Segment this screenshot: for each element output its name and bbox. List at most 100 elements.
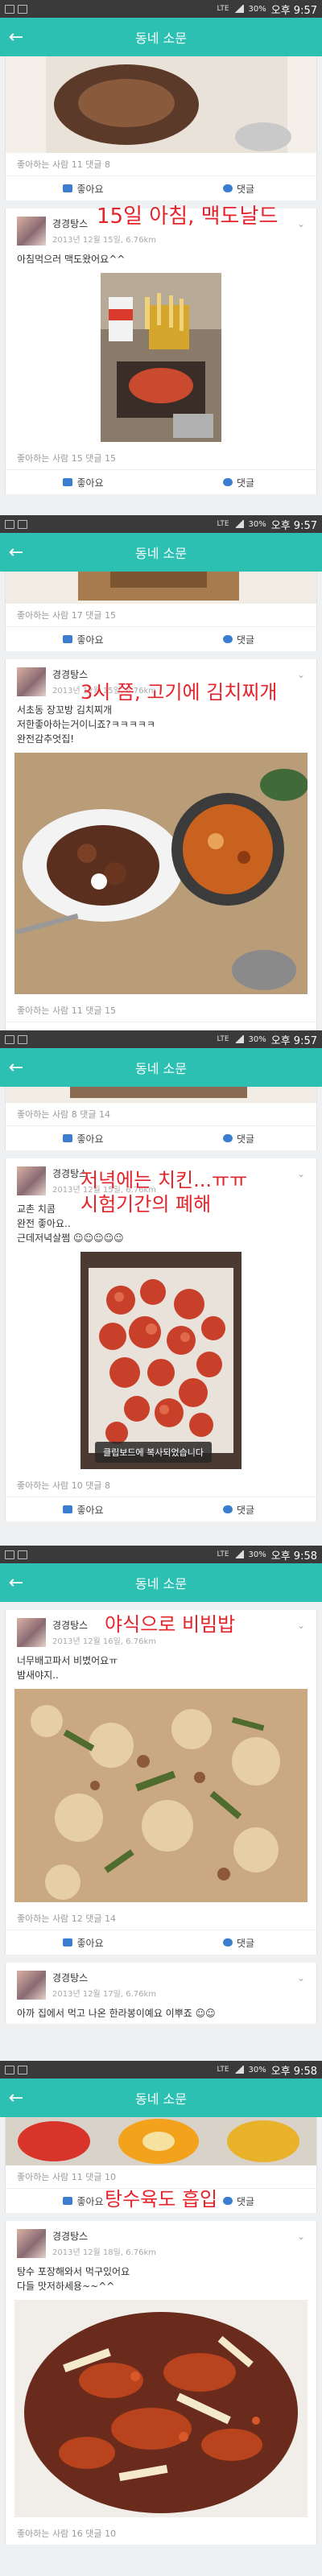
signal-icon <box>233 5 244 13</box>
post-actions: 좋아요 댓글 <box>6 1496 316 1521</box>
post-stats: 좋아하는 사람 10 댓글 8 <box>17 1480 110 1491</box>
chevron-down-icon[interactable]: ⌄ <box>297 1972 305 1984</box>
clipboard-toast: 클립보드에 복사되었습니다 <box>95 1442 212 1463</box>
arrow-left-icon[interactable]: ← <box>0 27 32 47</box>
page-title: 동네 소문 <box>135 1061 187 1076</box>
bibimbap-photo <box>14 1689 308 1902</box>
status-bar: LTE 30% 오후 9:57 <box>0 515 322 533</box>
post-meta: 2013년 12월 15일, 6.76km <box>52 236 157 245</box>
speech-bubble-icon <box>222 184 233 192</box>
chevron-down-icon[interactable]: ⌄ <box>297 669 305 680</box>
post-photo[interactable] <box>14 753 308 994</box>
post-card: 좋아하는 사람 8 댓글 14 좋아요 댓글 <box>5 1087 317 1150</box>
network-label: LTE <box>217 5 229 13</box>
comment-button[interactable]: 댓글 <box>161 1126 316 1150</box>
author-name[interactable]: 경경탕스 <box>52 2229 156 2243</box>
arrow-left-icon[interactable]: ← <box>0 1058 32 1078</box>
caption-overlay: 15일 아침, 맥도날드 <box>97 204 279 229</box>
post-photo[interactable]: 클립보드에 복사되었습니다 <box>80 1252 242 1469</box>
chevron-down-icon[interactable]: ⌄ <box>297 2231 305 2242</box>
post-photo[interactable] <box>14 2300 308 2517</box>
food-photo <box>78 572 239 601</box>
post-stats: 좋아하는 사람 17 댓글 15 <box>17 610 116 621</box>
post-actions: 좋아요 댓글 <box>6 626 316 651</box>
post-card: 경경탕스 2013년 12월 17일, 6.76km ⌄ 아까 집에서 먹고 나온… <box>5 1963 317 2024</box>
page-title: 동네 소문 <box>135 2091 187 2107</box>
comment-button[interactable]: 댓글 <box>161 1497 316 1521</box>
like-button[interactable]: 좋아요 <box>6 627 161 651</box>
speech-bubble-icon <box>222 1505 233 1513</box>
post-text: 너무배고파서 비볐어요ㅠ 밤새야지.. <box>17 1655 118 1681</box>
arrow-left-icon[interactable]: ← <box>0 2088 32 2108</box>
post-header: 경경탕스 2013년 12월 18일, 6.76km ⌄ <box>6 2221 316 2261</box>
caption-overlay: 탕수육도 흡입 <box>105 2188 218 2211</box>
speech-bubble-icon <box>222 635 233 643</box>
image-notification-icon <box>5 2065 14 2074</box>
speech-bubble-icon <box>222 2197 233 2205</box>
kimchi-stew-photo <box>14 753 308 994</box>
signal-icon <box>233 2066 244 2074</box>
post-photo[interactable] <box>14 1689 308 1902</box>
author-name[interactable]: 경경탕스 <box>52 1971 156 1984</box>
caption-overlay: 야식으로 비빔밥 <box>105 1613 236 1636</box>
comment-button[interactable]: 댓글 <box>161 470 316 494</box>
comment-button[interactable]: 댓글 <box>161 627 316 651</box>
arrow-left-icon[interactable]: ← <box>0 543 32 563</box>
post-photo[interactable] <box>101 273 221 442</box>
screen-3: LTE 30% 오후 9:57 ← 동네 소문 좋아하는 사람 8 댓글 14 좋아… <box>0 1030 322 1546</box>
post-stats: 좋아하는 사람 16 댓글 10 <box>17 2529 116 2539</box>
like-button[interactable]: 좋아요 <box>6 1497 161 1521</box>
avatar[interactable] <box>17 2229 46 2258</box>
avatar[interactable] <box>17 667 46 696</box>
post-stats: 좋아하는 사람 15 댓글 15 <box>17 453 116 464</box>
signal-icon <box>233 1035 244 1043</box>
arrow-left-icon[interactable]: ← <box>0 1573 32 1593</box>
clock: 오후 9:57 <box>270 519 317 532</box>
comment-button[interactable]: 댓글 <box>161 1930 316 1955</box>
battery-level: 30% <box>248 519 266 529</box>
app-bar: ← 동네 소문 <box>0 533 322 572</box>
status-bar: LTE 30% 오후 9:57 <box>0 0 322 18</box>
post-card: 경경탕스 2013년 12월 18일, 6.76km ⌄ 탕수 포장해와서 먹구있… <box>5 2221 317 2545</box>
image-notification-icon <box>5 519 14 529</box>
like-button[interactable]: 좋아요 <box>6 470 161 494</box>
battery-level: 30% <box>248 4 266 14</box>
avatar[interactable] <box>17 1166 46 1195</box>
network-label: LTE <box>217 1550 229 1558</box>
post-actions: 좋아요 댓글 <box>6 175 316 200</box>
page-title: 동네 소문 <box>135 546 187 561</box>
like-button[interactable]: 좋아요 <box>6 1022 161 1031</box>
chevron-down-icon[interactable]: ⌄ <box>297 1168 305 1179</box>
like-button[interactable]: 좋아요 <box>6 176 161 200</box>
gallery-notification-icon <box>18 2065 27 2074</box>
like-button[interactable]: 좋아요 <box>6 1126 161 1150</box>
caption-overlay: 시험기간의 폐해 <box>80 1193 212 1216</box>
status-bar: LTE 30% 오후 9:58 <box>0 2061 322 2079</box>
screen-1: LTE 30% 오후 9:57 ← 동네 소문 좋아하는 사람 11 댓글 8 좋아… <box>0 0 322 515</box>
post-card: 좋아하는 사람 17 댓글 15 좋아요 댓글 <box>5 572 317 651</box>
avatar[interactable] <box>17 217 46 246</box>
comment-button[interactable]: 댓글 <box>161 176 316 200</box>
post-meta: 2013년 12월 18일, 6.76km <box>52 2248 157 2257</box>
screen-5: LTE 30% 오후 9:58 ← 동네 소문 좋아하는 사람 11 댓글 10 좋… <box>0 2061 322 2576</box>
like-button[interactable]: 좋아요 <box>6 1930 161 1955</box>
signal-icon <box>233 1550 244 1558</box>
post-text: 탕수 포장해와서 먹구있어요 다들 맛저하세용~~^^ <box>17 2266 130 2292</box>
post-stats: 좋아하는 사람 11 댓글 15 <box>17 1005 116 1016</box>
speech-bubble-icon <box>222 478 233 486</box>
page-title: 동네 소문 <box>135 1576 187 1591</box>
fruit-photo <box>18 2119 299 2164</box>
comment-button[interactable]: 댓글 <box>161 1022 316 1031</box>
post-actions: 좋아요 댓글 <box>6 1022 316 1030</box>
post-meta: 2013년 12월 17일, 6.76km <box>52 1990 157 1999</box>
status-bar: LTE 30% 오후 9:57 <box>0 1030 322 1048</box>
post-stats: 좋아하는 사람 8 댓글 14 <box>17 1109 110 1120</box>
image-notification-icon <box>5 1550 14 1559</box>
avatar[interactable] <box>17 1618 46 1647</box>
avatar[interactable] <box>17 1971 46 2000</box>
post-photo <box>6 2117 316 2165</box>
post-photo <box>6 1087 316 1103</box>
screen-2: LTE 30% 오후 9:57 ← 동네 소문 좋아하는 사람 17 댓글 15 좋… <box>0 515 322 1030</box>
chevron-down-icon[interactable]: ⌄ <box>297 218 305 229</box>
chevron-down-icon[interactable]: ⌄ <box>297 1620 305 1631</box>
